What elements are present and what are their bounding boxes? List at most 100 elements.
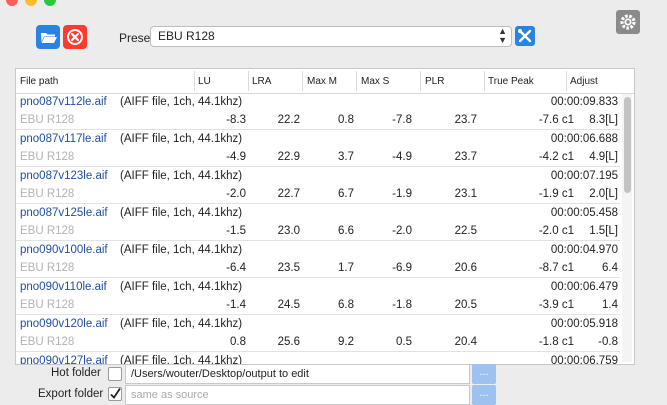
hot-folder-browse-label: ... [479, 366, 489, 378]
table-row[interactable]: pno090v100le.aif (AIFF file, 1ch, 44.1kh… [16, 241, 620, 278]
duration: 00:00:04.970 [550, 244, 618, 256]
col-file-path[interactable]: File path [20, 76, 58, 87]
file-info: (AIFF file, 1ch, 44.1khz) [120, 244, 243, 256]
scrollbar-thumb[interactable] [624, 97, 631, 193]
max-s-value: -6.9 [392, 262, 412, 274]
lra-value: 22.2 [277, 114, 300, 126]
col-adjust[interactable]: Adjust [570, 76, 598, 87]
adjust-value: 1.4 [602, 299, 618, 311]
file-info: (AIFF file, 1ch, 44.1khz) [120, 96, 243, 108]
file-name: pno087v112le.aif [20, 96, 107, 108]
file-name: pno087v123le.aif [20, 170, 108, 182]
clear-icon [67, 29, 83, 45]
plr-value: 20.6 [454, 262, 477, 274]
adjust-value: -0.8 [598, 336, 618, 348]
preset-value: EBU R128 [158, 29, 215, 43]
duration: 00:00:06.479 [550, 281, 618, 293]
plr-value: 23.7 [454, 114, 477, 126]
hot-folder-checkbox[interactable] [108, 367, 122, 381]
adjust-value: 2.0[L] [589, 188, 618, 200]
export-folder-browse-button[interactable]: ... [472, 385, 496, 405]
hot-folder-label: Hot folder [51, 367, 101, 379]
duration: 00:00:07.195 [550, 170, 618, 182]
zoom-window-button[interactable] [44, 0, 56, 6]
table-row[interactable]: pno087v112le.aif (AIFF file, 1ch, 44.1kh… [16, 93, 620, 130]
col-lu[interactable]: LU [198, 76, 211, 87]
lu-value: -6.4 [226, 262, 246, 274]
export-folder-checkbox[interactable] [108, 387, 122, 401]
open-files-button[interactable] [36, 25, 60, 49]
max-m-value: 9.2 [338, 336, 354, 348]
adjust-value: 1.5[L] [589, 225, 618, 237]
select-arrows-icon: ▲ ▼ [498, 26, 507, 45]
lu-value: -1.4 [226, 299, 246, 311]
lu-value: 0.8 [230, 336, 246, 348]
close-window-button[interactable] [6, 0, 18, 6]
file-name: pno087v117le.aif [20, 133, 107, 145]
plr-value: 22.5 [454, 225, 477, 237]
table-row[interactable]: pno090v120le.aif (AIFF file, 1ch, 44.1kh… [16, 315, 620, 352]
lra-value: 23.0 [277, 225, 300, 237]
max-s-value: 0.5 [396, 336, 412, 348]
settings-button[interactable] [616, 10, 640, 34]
plr-value: 23.1 [454, 188, 477, 200]
gear-icon [616, 10, 640, 34]
true-peak-value: -3.9 c1 [538, 299, 574, 311]
folder-open-icon [41, 33, 57, 43]
preset-select[interactable]: EBU R128 ▲ ▼ [150, 26, 512, 47]
col-plr[interactable]: PLR [425, 76, 444, 87]
file-name: pno090v120le.aif [20, 318, 108, 330]
table-row[interactable]: pno087v117le.aif (AIFF file, 1ch, 44.1kh… [16, 130, 620, 167]
row-preset: EBU R128 [20, 114, 75, 126]
table-header: File path LU LRA Max M Max S PLR True Pe… [16, 69, 634, 94]
file-name: pno087v125le.aif [20, 207, 108, 219]
adjust-value: 4.9[L] [589, 151, 618, 163]
true-peak-value: -8.7 c1 [538, 262, 574, 274]
adjust-value: 6.4 [602, 262, 618, 274]
table-row[interactable]: pno087v125le.aif (AIFF file, 1ch, 44.1kh… [16, 204, 620, 241]
table-row[interactable]: pno087v123le.aif (AIFF file, 1ch, 44.1kh… [16, 167, 620, 204]
file-info: (AIFF file, 1ch, 44.1khz) [120, 281, 243, 293]
col-max-m[interactable]: Max M [307, 76, 337, 87]
col-max-s[interactable]: Max S [361, 76, 389, 87]
table-rows: pno087v112le.aif (AIFF file, 1ch, 44.1kh… [16, 93, 620, 364]
row-preset: EBU R128 [20, 262, 75, 274]
clear-list-button[interactable] [63, 25, 87, 49]
file-info: (AIFF file, 1ch, 44.1khz) [120, 133, 243, 145]
max-s-value: -7.8 [392, 114, 412, 126]
export-folder-placeholder: same as source [131, 389, 209, 401]
max-s-value: -2.0 [392, 225, 412, 237]
lra-value: 25.6 [277, 336, 300, 348]
export-folder-path[interactable]: same as source [125, 385, 470, 405]
max-m-value: 1.7 [338, 262, 354, 274]
row-preset: EBU R128 [20, 225, 75, 237]
row-preset: EBU R128 [20, 151, 75, 163]
edit-preset-button[interactable] [515, 26, 535, 46]
lu-value: -4.9 [226, 151, 246, 163]
col-lra[interactable]: LRA [252, 76, 271, 87]
lra-value: 22.7 [277, 188, 300, 200]
row-preset: EBU R128 [20, 188, 75, 200]
duration: 00:00:09.833 [550, 96, 618, 108]
row-preset: EBU R128 [20, 336, 75, 348]
max-m-value: 6.6 [338, 225, 354, 237]
duration: 00:00:05.918 [550, 318, 618, 330]
minimize-window-button[interactable] [25, 0, 37, 6]
edit-tools-icon [518, 29, 532, 43]
file-info: (AIFF file, 1ch, 44.1khz) [120, 207, 243, 219]
checkmark-icon [110, 388, 121, 399]
lu-value: -2.0 [226, 188, 246, 200]
table-row[interactable]: pno090v110le.aif (AIFF file, 1ch, 44.1kh… [16, 278, 620, 315]
plr-value: 20.4 [454, 336, 477, 348]
col-true-peak[interactable]: True Peak [488, 76, 534, 87]
hot-folder-browse-button[interactable]: ... [472, 364, 496, 384]
duration: 00:00:06.688 [550, 133, 618, 145]
adjust-value: 8.3[L] [589, 114, 618, 126]
max-s-value: -1.9 [392, 188, 412, 200]
file-name: pno090v110le.aif [20, 281, 107, 293]
true-peak-value: -4.2 c1 [538, 151, 574, 163]
hot-folder-path[interactable]: /Users/wouter/Desktop/output to edit [125, 364, 470, 384]
results-table[interactable]: File path LU LRA Max M Max S PLR True Pe… [15, 68, 635, 365]
table-scrollbar[interactable] [622, 94, 632, 362]
duration: 00:00:05.458 [550, 207, 618, 219]
